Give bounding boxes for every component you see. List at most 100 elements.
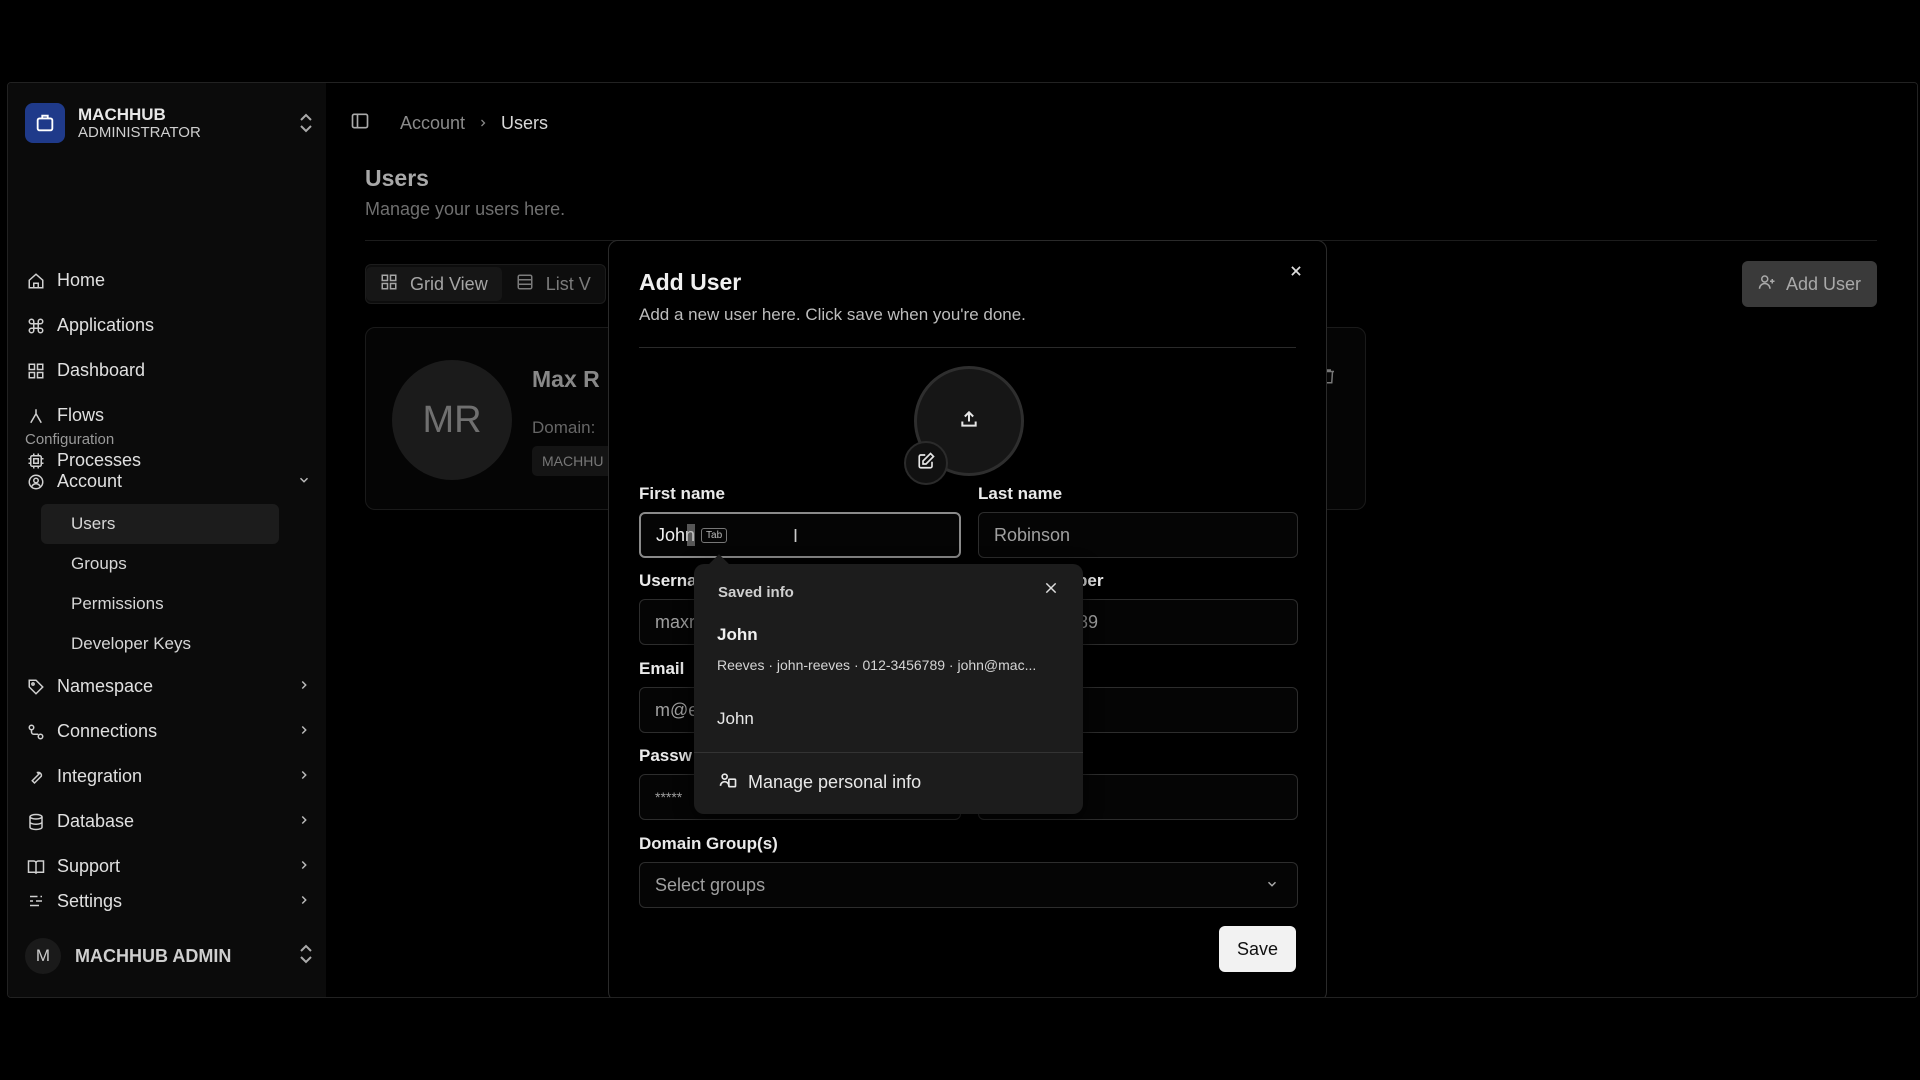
manage-personal-info-link[interactable]: Manage personal info bbox=[718, 770, 921, 795]
sidebar-item-groups[interactable]: Groups bbox=[41, 544, 279, 584]
nav-dashboard[interactable]: Dashboard bbox=[25, 348, 315, 393]
chevron-right-icon bbox=[297, 676, 311, 697]
section-label-configuration: Configuration bbox=[25, 431, 115, 448]
nav-label: Connections bbox=[57, 721, 158, 741]
nav-database[interactable]: Database bbox=[25, 799, 315, 844]
sidebar-item-users[interactable]: Users bbox=[41, 504, 279, 544]
dialog-description: Add a new user here. Click save when you… bbox=[639, 305, 1026, 324]
nav-label: Namespace bbox=[57, 676, 154, 696]
edit-avatar-button[interactable] bbox=[904, 441, 948, 485]
nav-integration[interactable]: Integration bbox=[25, 754, 315, 799]
org-switcher[interactable]: MACHHUB ADMINISTRATOR bbox=[25, 98, 315, 148]
book-icon bbox=[25, 856, 47, 878]
sliders-icon bbox=[25, 890, 47, 912]
org-role: ADMINISTRATOR bbox=[78, 124, 201, 142]
breadcrumb-users: Users bbox=[501, 112, 549, 133]
divider bbox=[639, 347, 1296, 348]
nav-label: Dashboard bbox=[57, 360, 146, 380]
topbar: Account Users bbox=[350, 103, 548, 143]
divider bbox=[694, 752, 1083, 753]
flow-icon bbox=[25, 405, 47, 427]
sidebar-toggle-icon[interactable] bbox=[350, 111, 370, 136]
chevron-right-icon bbox=[297, 721, 311, 742]
nav-applications[interactable]: Applications bbox=[25, 303, 315, 348]
user-card-domain: Domain: bbox=[532, 418, 596, 437]
save-button[interactable]: Save bbox=[1218, 926, 1296, 972]
grid-icon bbox=[25, 360, 47, 382]
page-subtitle: Manage your users here. bbox=[365, 199, 566, 219]
org-logo-icon bbox=[25, 103, 65, 143]
autofill-title: Saved info bbox=[718, 584, 794, 601]
chevron-right-icon bbox=[477, 113, 489, 134]
close-icon[interactable] bbox=[1043, 580, 1059, 601]
nav-connections[interactable]: Connections bbox=[25, 709, 315, 754]
main-nav: Home Applications Dashboard Flows Proces… bbox=[25, 258, 315, 483]
chevron-down-icon bbox=[1265, 875, 1279, 896]
upload-icon bbox=[959, 409, 979, 434]
user-menu[interactable]: M MACHHUB ADMIN bbox=[25, 931, 315, 981]
nav-home[interactable]: Home bbox=[25, 258, 315, 303]
cursor-icon: I bbox=[793, 526, 799, 546]
avatar: MR bbox=[392, 360, 512, 480]
chevron-right-icon bbox=[297, 891, 311, 912]
chevrons-up-down-icon bbox=[297, 943, 315, 970]
user-card-name: Max R bbox=[532, 366, 600, 392]
connections-icon bbox=[25, 721, 47, 743]
grid-view-button[interactable]: Grid View bbox=[366, 267, 502, 301]
autofill-entry-alt[interactable]: John bbox=[717, 709, 754, 729]
autofill-popup: Saved info John Reeves · john-reeves · 0… bbox=[694, 564, 1083, 814]
tag-icon bbox=[25, 676, 47, 698]
nav-account[interactable]: Account bbox=[25, 459, 315, 504]
wrench-icon bbox=[25, 766, 47, 788]
page-title: Users bbox=[365, 165, 429, 191]
nav-label: Home bbox=[57, 270, 106, 290]
home-icon bbox=[25, 270, 47, 292]
view-toggle: Grid View List V bbox=[365, 264, 606, 304]
domain-groups-label: Domain Group(s) bbox=[639, 834, 778, 853]
domain-badge: MACHHU bbox=[532, 446, 614, 476]
add-user-button[interactable]: Add User bbox=[1741, 261, 1877, 307]
sidebar-item-permissions[interactable]: Permissions bbox=[41, 584, 279, 624]
chevron-right-icon bbox=[297, 766, 311, 787]
last-name-label: Last name bbox=[978, 484, 1063, 503]
sidebar: MACHHUB ADMINISTRATOR Home Applications … bbox=[8, 83, 326, 997]
close-icon[interactable] bbox=[1284, 259, 1308, 283]
nav-label: Integration bbox=[57, 766, 143, 786]
domain-groups-select[interactable]: Select groups bbox=[639, 862, 1298, 908]
add-user-label: Add User bbox=[1785, 273, 1861, 294]
first-name-field[interactable]: John Tab I bbox=[639, 512, 961, 558]
chevron-right-icon bbox=[297, 856, 311, 877]
grid-view-label: Grid View bbox=[410, 273, 488, 294]
user-plus-icon bbox=[1758, 273, 1776, 296]
nav-support[interactable]: Support bbox=[25, 844, 315, 889]
autofill-entry-details[interactable]: Reeves · john-reeves · 012-3456789 · joh… bbox=[717, 657, 1036, 673]
avatar: M bbox=[25, 938, 61, 974]
domain-groups-placeholder: Select groups bbox=[655, 874, 766, 895]
tab-hint: Tab bbox=[701, 527, 728, 543]
username-label: Userna bbox=[639, 571, 697, 590]
nav-label: Settings bbox=[57, 890, 123, 911]
edit-icon bbox=[917, 451, 935, 475]
user-name: MACHHUB ADMIN bbox=[75, 945, 232, 966]
nav-label: Database bbox=[57, 811, 135, 831]
breadcrumb-account[interactable]: Account bbox=[400, 113, 465, 134]
list-view-label: List V bbox=[545, 273, 591, 294]
chevron-right-icon bbox=[297, 811, 311, 832]
list-view-button[interactable]: List V bbox=[502, 267, 605, 301]
contacts-icon bbox=[718, 770, 738, 795]
autofill-entry-name[interactable]: John bbox=[717, 625, 758, 645]
chevrons-up-down-icon bbox=[297, 112, 315, 139]
command-icon bbox=[25, 315, 47, 337]
nav-namespace[interactable]: Namespace bbox=[25, 664, 315, 709]
password-label: Passw bbox=[639, 746, 692, 765]
manage-personal-info-label: Manage personal info bbox=[748, 772, 922, 792]
app-window: MACHHUB ADMINISTRATOR Home Applications … bbox=[7, 82, 1918, 998]
email-label: Email bbox=[639, 659, 685, 678]
nav-settings[interactable]: Settings bbox=[25, 889, 315, 913]
config-nav: Account Users Groups Permissions Develop… bbox=[25, 459, 315, 913]
list-icon bbox=[516, 273, 534, 296]
chevron-down-icon bbox=[297, 471, 311, 492]
last-name-field[interactable]: Robinson bbox=[978, 512, 1298, 558]
sidebar-item-developer-keys[interactable]: Developer Keys bbox=[41, 624, 279, 664]
breadcrumb: Account Users bbox=[400, 113, 548, 134]
